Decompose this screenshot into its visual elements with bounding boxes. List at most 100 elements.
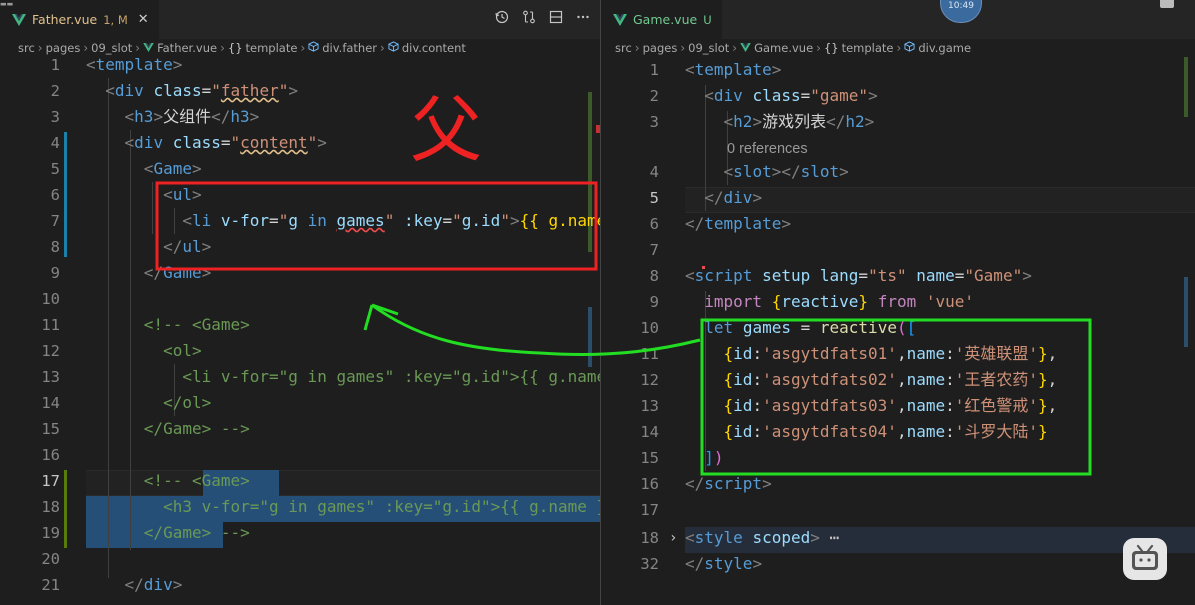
code-line[interactable]: 8 <script setup lang="ts" name="Game"> (601, 263, 1195, 289)
line-number: 19 (41, 524, 60, 542)
code-line[interactable]: 6 </template> (601, 211, 1195, 237)
code-line[interactable]: 6 <ul> (0, 182, 600, 208)
close-icon[interactable]: ✕ (138, 12, 149, 27)
code-line[interactable]: 19 </Game> --> (0, 520, 600, 546)
code-line[interactable]: 20 (0, 546, 600, 572)
cube-icon (904, 41, 918, 55)
code-line[interactable]: 5 </div> (601, 185, 1195, 211)
code-token: template (694, 60, 772, 79)
code-token: {{ g.name }} (519, 211, 600, 230)
split-editor-icon[interactable] (549, 10, 563, 24)
code-line[interactable]: 8 </ul> (0, 234, 600, 260)
code-line[interactable]: 10 (0, 286, 600, 312)
chevron-right-icon[interactable]: › (669, 525, 677, 551)
code-line[interactable]: 13 <li v-for="g in games" :key="g.id">{{… (0, 364, 600, 390)
code-line[interactable]: 18 <h3 v-for="g in games" :key="g.id">{{… (0, 494, 600, 520)
code-token: </ (124, 575, 144, 594)
breadcrumb-item[interactable]: Game.vue (740, 41, 813, 55)
line-number: 18 (41, 498, 60, 516)
code-line[interactable]: 4 <div class="content"> (0, 130, 600, 156)
more-actions-icon[interactable] (576, 10, 590, 24)
code-token: < (163, 185, 173, 204)
line-number: 10 (640, 319, 659, 337)
code-token: = (220, 133, 231, 152)
code-line[interactable]: 16 </script> (601, 471, 1195, 497)
line-number: 1 (649, 61, 659, 79)
code-line[interactable]: 32 </style> (601, 551, 1195, 577)
code-line[interactable]: 11 <!-- <Game> (0, 312, 600, 338)
tv-icon[interactable] (1123, 538, 1167, 580)
breadcrumb-item[interactable]: pages (643, 41, 678, 55)
breadcrumb-item[interactable]: src (615, 41, 632, 55)
code-line[interactable]: 17 (601, 497, 1195, 523)
line-number: 5 (50, 160, 60, 178)
line-number: 7 (50, 212, 60, 230)
code-line[interactable]: 11 {id:'asgytdfats01',name:'英雄联盟'}, (601, 341, 1195, 367)
code-line[interactable]: 15 </Game> --> (0, 416, 600, 442)
tab-father-vue[interactable]: Father.vue 1, M ✕ (0, 0, 159, 39)
code-line[interactable]: 17 <!-- <Game> (0, 468, 600, 494)
code-line[interactable]: 14 </ol> (0, 390, 600, 416)
code-token: </Game> --> (143, 523, 250, 542)
code-token: </ (826, 112, 846, 131)
code-line[interactable]: 13 {id:'asgytdfats03',name:'红色警戒'}, (601, 393, 1195, 419)
code-token: setup (762, 266, 811, 285)
breadcrumb-item[interactable]: 09_slot (688, 41, 729, 55)
timeline-icon[interactable] (495, 10, 509, 24)
codelens-references[interactable]: 0 references (727, 138, 808, 160)
breadcrumb-item[interactable]: {} template (824, 41, 894, 55)
code-text: {id:'asgytdfats02',name:'王者农药'}, (685, 367, 1058, 393)
line-number: 10 (41, 290, 60, 308)
line-number: 8 (649, 267, 659, 285)
code-line[interactable]: 7 (601, 237, 1195, 263)
code-line[interactable]: 9 </Game> (0, 260, 600, 286)
code-line[interactable]: 12 <ol> (0, 338, 600, 364)
code-token: = (800, 86, 811, 105)
code-line[interactable]: 18 <style scoped> ⋯ (601, 525, 1195, 551)
code-token: id (733, 344, 753, 363)
breadcrumb-item[interactable]: div.game (904, 41, 971, 55)
line-number: 17 (640, 501, 659, 519)
code-line[interactable]: 10 let games = reactive([ (601, 315, 1195, 341)
notification-icon[interactable] (1160, 0, 1174, 8)
code-line[interactable]: 2 <div class="game"> (601, 83, 1195, 109)
chevron-right-icon: › (732, 41, 738, 55)
code-text: <slot></slot> (685, 159, 849, 185)
code-line[interactable]: 3 <h3>父组件</h3> (0, 104, 600, 130)
code-token: > (172, 55, 183, 74)
code-line[interactable]: 7 <li v-for="g in games" :key="g.id">{{ … (0, 208, 600, 234)
code-token: "Game" (964, 266, 1023, 285)
code-token: 'asgytdfats02' (762, 370, 897, 389)
code-token: : (945, 344, 955, 363)
code-line[interactable]: 12 {id:'asgytdfats02',name:'王者农药'}, (601, 367, 1195, 393)
line-number: 6 (50, 186, 60, 204)
compare-changes-icon[interactable] (522, 10, 536, 24)
code-line[interactable]: 14 {id:'asgytdfats04',name:'斗罗大陆'} (601, 419, 1195, 445)
code-line[interactable]: 5 <Game> (0, 156, 600, 182)
code-line[interactable]: 1 <template> (0, 52, 600, 78)
code-line[interactable]: 21 </div> (0, 572, 600, 598)
code-line[interactable]: 1 <template> (601, 57, 1195, 83)
game-vue-code[interactable]: 1 <template> 2 <div class="game"> 3 <h2>游戏列… (601, 57, 1195, 605)
code-line[interactable]: 16 (0, 442, 600, 468)
line-number: 12 (41, 342, 60, 360)
code-token: 游戏列表 (762, 112, 827, 131)
code-line[interactable]: 9 import {reactive} from 'vue' (601, 289, 1195, 315)
tab-game-vue[interactable]: Game.vue U (601, 0, 722, 39)
code-token: li (191, 211, 212, 230)
code-line[interactable]: 2 <div class="father"> (0, 78, 600, 104)
code-token: class (172, 133, 221, 152)
code-line[interactable]: 3 <h2>游戏列表</h2> (601, 109, 1195, 135)
code-token: } (1038, 370, 1048, 389)
code-text: <!-- <Game> (86, 312, 250, 338)
father-vue-code[interactable]: 1 <template> 2 <div class="father"> 3 <h3>父… (0, 55, 600, 605)
code-token: </ (143, 263, 164, 282)
code-line[interactable]: 4 <slot></slot> (601, 159, 1195, 185)
code-line[interactable]: 15 ]) (601, 445, 1195, 471)
code-token: " (307, 133, 318, 152)
